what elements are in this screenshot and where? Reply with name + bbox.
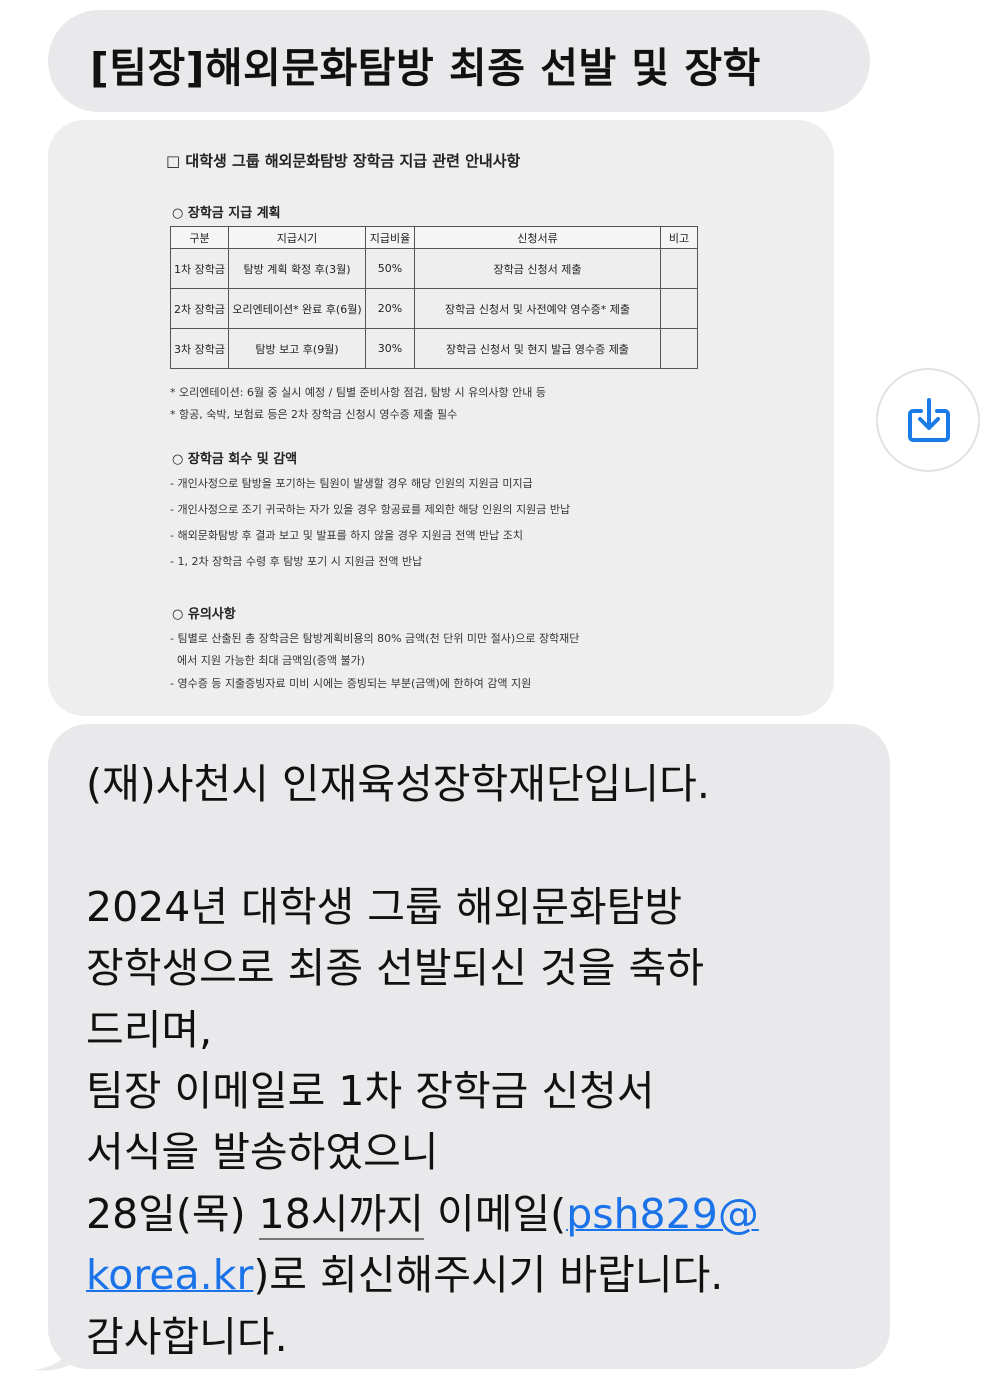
- doc-note: - 개인사정으로 조기 귀국하는 자가 있을 경우 항공료를 제외한 해당 인원…: [170, 503, 571, 516]
- table-cell: 3차 장학금: [170, 328, 229, 369]
- bubble-tail: [34, 1340, 74, 1371]
- table-row: 2차 장학금 오리엔테이션* 완료 후(6월) 20% 장학금 신청서 및 사전…: [170, 288, 698, 329]
- table-header: 지급시기: [227, 226, 366, 249]
- message-bubble[interactable]: (재)사천시 인재육성장학재단입니다. 2024년 대학생 그룹 해외문화탐방 …: [48, 724, 890, 1369]
- table-cell: [660, 288, 698, 329]
- table-cell: 20%: [364, 288, 415, 329]
- download-tray-icon: [908, 398, 950, 442]
- doc-note: * 항공, 숙박, 보험료 등은 2차 장학금 신청시 영수증 제출 필수: [170, 408, 458, 421]
- table-cell: 2차 장학금: [170, 288, 229, 329]
- date-text: 28일(목): [86, 1189, 259, 1238]
- table-header: 비고: [660, 226, 698, 249]
- table-cell: 장학금 신청서 및 사전예약 영수증* 제출: [413, 288, 662, 329]
- doc-note: - 1, 2차 장학금 수령 후 탐방 포기 시 지원금 전액 반납: [170, 555, 423, 568]
- message-line: 드리며,: [86, 1005, 213, 1054]
- table-cell: 오리엔테이션* 완료 후(6월): [227, 288, 366, 329]
- table-cell: 1차 장학금: [170, 248, 229, 289]
- time-link[interactable]: 18시까지: [258, 1189, 424, 1240]
- doc-section-plan: ○ 장학금 지급 계획: [172, 206, 281, 221]
- table-row: 3차 장학금 탐방 보고 후(9월) 30% 장학금 신청서 및 현지 발급 영…: [170, 328, 698, 369]
- doc-note: * 오리엔테이션: 6월 중 실시 예정 / 팀별 준비사항 점검, 탐방 시 …: [170, 386, 546, 399]
- message-line: 감사합니다.: [86, 1312, 288, 1361]
- table-header-row: 구분 지급시기 지급비율 신청서류 비고: [170, 226, 698, 249]
- doc-section-refund: ○ 장학금 회수 및 감액: [172, 452, 298, 467]
- doc-note: 에서 지원 가능한 최대 금액임(증액 불가): [170, 654, 365, 667]
- save-image-button[interactable]: [876, 368, 980, 472]
- table-cell: [660, 248, 698, 289]
- message-line: 2024년 대학생 그룹 해외문화탐방: [86, 882, 683, 931]
- doc-section-caution: ○ 유의사항: [172, 607, 236, 622]
- table-cell: 탐방 보고 후(9월): [227, 328, 366, 369]
- scholarship-table: 구분 지급시기 지급비율 신청서류 비고 1차 장학금 탐방 계획 확정 후(3…: [170, 226, 698, 369]
- attachment-image[interactable]: □ 대학생 그룹 해외문화탐방 장학금 지급 관련 안내사항 ○ 장학금 지급 …: [48, 120, 834, 716]
- table-cell: 30%: [364, 328, 415, 369]
- table-cell: 장학금 신청서 및 현지 발급 영수증 제출: [413, 328, 662, 369]
- message-fragment: 이메일(: [423, 1189, 567, 1238]
- message-line: korea.kr)로 회신해주시기 바랍니다.: [86, 1245, 876, 1306]
- message-line: (재)사천시 인재육성장학재단입니다.: [86, 760, 710, 808]
- message-line: 28일(목) 18시까지 이메일(psh829@: [86, 1184, 876, 1245]
- message-fragment: )로 회신해주시기 바랍니다.: [253, 1251, 724, 1300]
- table-header: 구분: [170, 226, 229, 249]
- subject-text: [팀장]해외문화탐방 최종 선발 및 장학: [90, 44, 761, 92]
- email-link-part2[interactable]: korea.kr: [86, 1251, 253, 1299]
- table-cell: [660, 328, 698, 369]
- doc-note: - 영수증 등 지출증빙자료 미비 시에는 증빙되는 부분(금액)에 한하여 감…: [170, 677, 532, 690]
- table-cell: 장학금 신청서 제출: [413, 248, 662, 289]
- table-header: 신청서류: [413, 226, 662, 249]
- doc-note: - 개인사정으로 탐방을 포기하는 팀원이 발생할 경우 해당 인원의 지원금 …: [170, 477, 533, 490]
- message-line: 장학생으로 최종 선발되신 것을 축하: [86, 944, 704, 993]
- message-text: (재)사천시 인재육성장학재단입니다. 2024년 대학생 그룹 해외문화탐방 …: [86, 754, 876, 1368]
- message-line: 서식을 발송하였으니: [86, 1128, 439, 1177]
- message-line: 팀장 이메일로 1차 장학금 신청서: [86, 1066, 655, 1115]
- table-row: 1차 장학금 탐방 계획 확정 후(3월) 50% 장학금 신청서 제출: [170, 248, 698, 289]
- email-link-part1[interactable]: psh829@: [566, 1190, 759, 1238]
- doc-note: - 팀별로 산출된 총 장학금은 탐방계획비용의 80% 금액(천 단위 미만 …: [170, 632, 580, 645]
- doc-title: □ 대학생 그룹 해외문화탐방 장학금 지급 관련 안내사항: [166, 152, 521, 170]
- subject-bubble[interactable]: [팀장]해외문화탐방 최종 선발 및 장학: [48, 10, 870, 112]
- doc-note: - 해외문화탐방 후 결과 보고 및 발표를 하지 않을 경우 지원금 전액 반…: [170, 529, 524, 542]
- table-cell: 50%: [364, 248, 415, 289]
- table-cell: 탐방 계획 확정 후(3월): [227, 248, 366, 289]
- table-header: 지급비율: [364, 226, 415, 249]
